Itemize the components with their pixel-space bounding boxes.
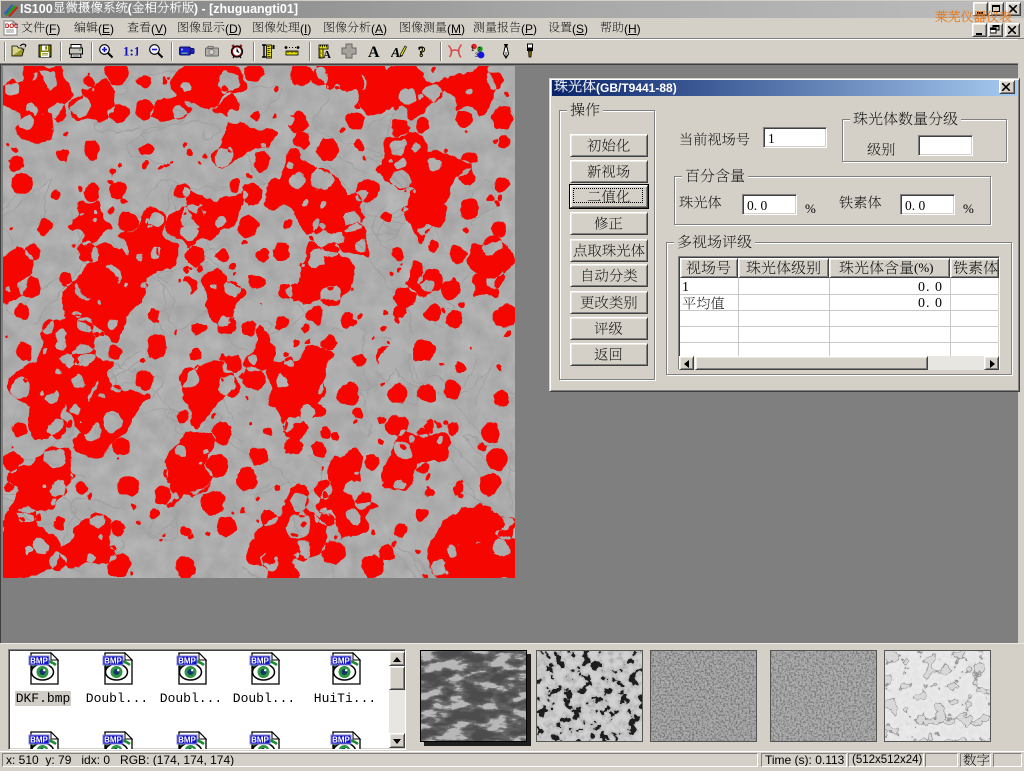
svg-text:BMP: BMP — [178, 736, 196, 745]
svg-text:A: A — [323, 49, 331, 59]
svg-text:BMP: BMP — [30, 736, 48, 745]
svg-text:A: A — [391, 46, 400, 59]
svg-text:BMP: BMP — [251, 657, 269, 666]
svg-text:BMP: BMP — [104, 657, 122, 666]
svg-text:BMP: BMP — [332, 657, 350, 666]
svg-text:BMP: BMP — [251, 736, 269, 745]
svg-text:A: A — [368, 44, 380, 59]
svg-text:BMP: BMP — [178, 657, 196, 666]
svg-text:DOC: DOC — [5, 24, 18, 30]
svg-text:1:1: 1:1 — [123, 44, 138, 59]
svg-text:BMP: BMP — [332, 736, 350, 745]
svg-text:?: ? — [418, 45, 426, 60]
svg-text:BMP: BMP — [104, 736, 122, 745]
svg-text:BMP: BMP — [30, 657, 48, 666]
